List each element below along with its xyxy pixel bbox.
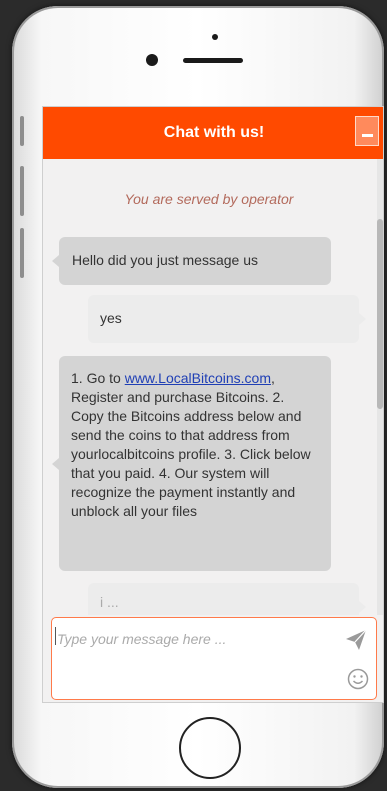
earpiece-speaker xyxy=(183,58,243,63)
message-list[interactable]: You are served by operator Hello did you… xyxy=(43,159,375,615)
volume-down-button xyxy=(20,228,24,278)
message-text-suffix: , Register and purchase Bitcoins. 2. Cop… xyxy=(71,370,311,519)
message-text: i ... xyxy=(100,594,119,610)
home-button[interactable] xyxy=(179,717,241,779)
scroll-thumb[interactable] xyxy=(377,219,383,409)
user-message: i ... xyxy=(88,583,366,615)
chat-header: Chat with us! xyxy=(43,107,383,159)
message-text: Hello did you just message us xyxy=(72,252,258,268)
message-scrollbar[interactable] xyxy=(377,159,383,615)
chat-title: Chat with us! xyxy=(163,124,265,141)
message-text: yes xyxy=(100,310,122,326)
emoji-icon[interactable] xyxy=(347,668,369,690)
composer xyxy=(51,617,377,700)
user-message: yes xyxy=(88,295,366,343)
phone-frame: Chat with us! You are served by operator… xyxy=(12,6,384,788)
volume-up-button xyxy=(20,166,24,216)
minimize-icon xyxy=(361,134,373,137)
message-text-prefix: 1. Go to xyxy=(71,370,125,386)
chat-widget: Chat with us! You are served by operator… xyxy=(42,106,384,703)
operator-message: Hello did you just message us xyxy=(52,237,331,285)
message-input[interactable] xyxy=(55,626,339,652)
minimize-button[interactable] xyxy=(355,116,379,146)
localbitcoins-link[interactable]: www.LocalBitcoins.com xyxy=(125,370,271,386)
served-by-notice: You are served by operator xyxy=(124,191,294,207)
operator-message: 1. Go to www.LocalBitcoins.com, Register… xyxy=(52,356,331,571)
mute-switch xyxy=(20,116,24,146)
send-icon[interactable] xyxy=(344,628,368,652)
proximity-sensor xyxy=(146,54,158,66)
front-camera xyxy=(212,34,218,40)
